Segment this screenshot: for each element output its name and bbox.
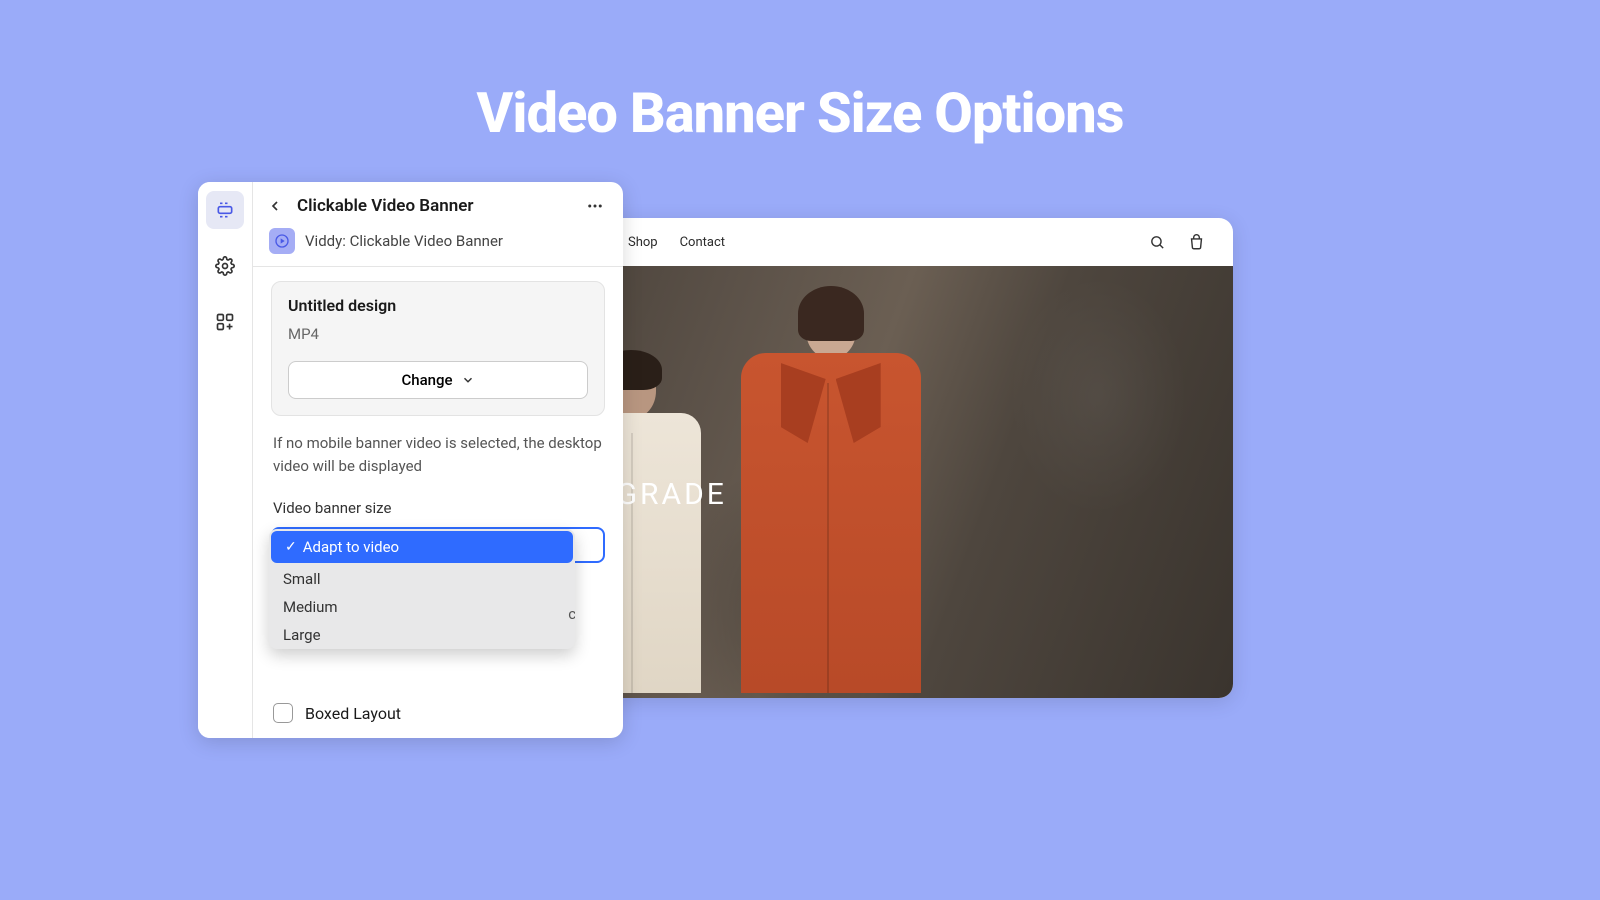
- size-select[interactable]: Adapt to video Small Medium Large ct: [271, 527, 605, 563]
- size-option-large[interactable]: Large: [269, 621, 575, 649]
- size-dropdown: Adapt to video Small Medium Large ct: [269, 529, 575, 649]
- chevron-down-icon: [461, 373, 475, 387]
- nav-link-shop[interactable]: Shop: [628, 235, 658, 250]
- rail-apps-icon[interactable]: [206, 303, 244, 341]
- cart-icon[interactable]: [1188, 234, 1205, 251]
- hero-figure-right: [731, 298, 931, 698]
- sidebar-rail: [198, 182, 253, 738]
- app-identity: Viddy: Clickable Video Banner: [253, 228, 623, 266]
- nav-link-contact[interactable]: Contact: [680, 235, 725, 250]
- design-filetype: MP4: [288, 325, 588, 343]
- app-icon: [269, 228, 295, 254]
- size-option-adapt[interactable]: Adapt to video: [271, 531, 573, 563]
- back-button[interactable]: [263, 194, 287, 218]
- change-button[interactable]: Change: [288, 361, 588, 399]
- rail-settings-icon[interactable]: [206, 247, 244, 285]
- size-option-medium[interactable]: Medium: [269, 593, 575, 621]
- more-button[interactable]: [583, 194, 607, 218]
- design-card: Untitled design MP4 Change: [271, 281, 605, 416]
- design-title: Untitled design: [288, 296, 588, 315]
- change-button-label: Change: [401, 371, 452, 389]
- help-text: If no mobile banner video is selected, t…: [273, 432, 603, 477]
- rail-sections-icon[interactable]: [206, 191, 244, 229]
- app-name: Viddy: Clickable Video Banner: [305, 232, 503, 250]
- boxed-layout-checkbox[interactable]: [273, 703, 293, 723]
- obscured-text-fragment: ct: [568, 605, 575, 623]
- size-field-label: Video banner size: [273, 499, 603, 517]
- boxed-layout-label: Boxed Layout: [305, 704, 401, 723]
- page-title: Video Banner Size Options: [0, 80, 1600, 146]
- editor-panel: Clickable Video Banner Viddy: Clickable …: [198, 182, 623, 738]
- panel-title: Clickable Video Banner: [297, 196, 573, 216]
- size-option-small[interactable]: Small: [269, 565, 575, 593]
- search-icon[interactable]: [1149, 234, 1166, 251]
